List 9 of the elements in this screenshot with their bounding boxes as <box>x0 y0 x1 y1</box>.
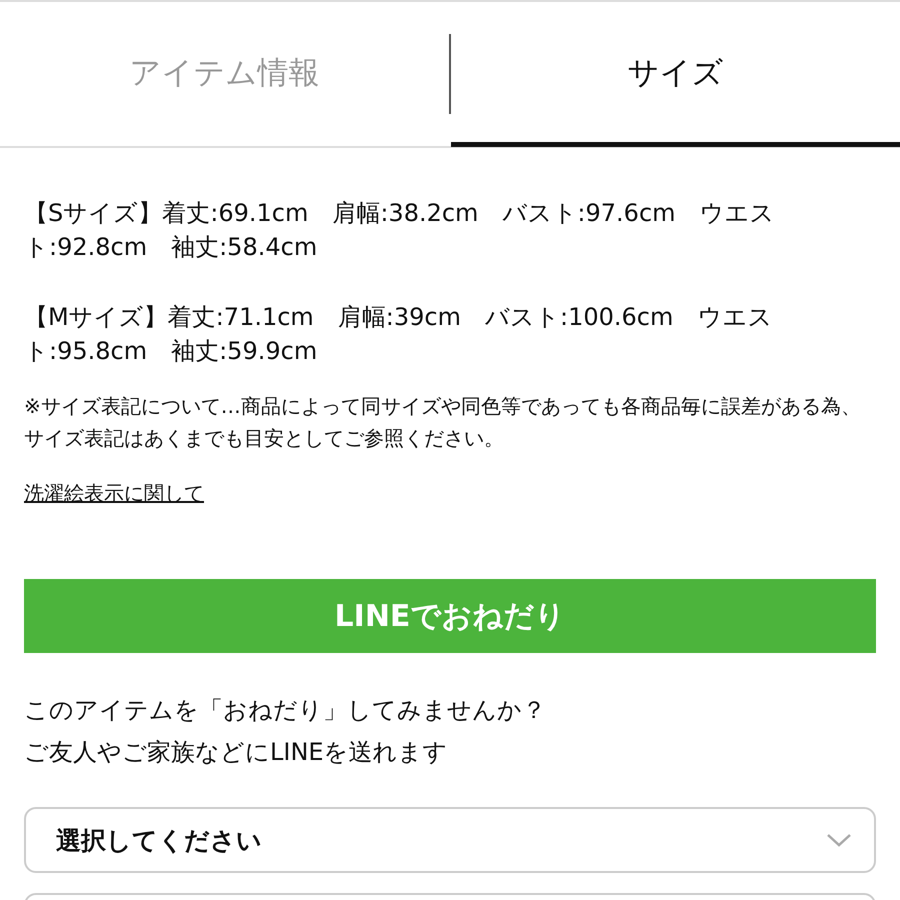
size-note: ※サイズ表記について…商品によって同サイズや同色等であっても各商品毎に誤差がある為、サイズ表記はあくまでも目安としてご参照ください。 <box>24 393 862 452</box>
care-label-link[interactable]: 洗濯絵表示に関して <box>24 480 204 507</box>
select-field[interactable]: 選択してください <box>24 807 876 873</box>
size-measurements: 【Mサイズ】着丈:71.1cm 肩幅:39cm バスト:100.6cm ウエスト:95.8cm 袖丈:59.9cm <box>24 302 774 367</box>
intro-text: ご友人やご家族などにLINEを送れます <box>24 737 449 768</box>
intro-text: このアイテムを「おねだり」してみませんか？ <box>24 695 547 726</box>
chevron-down-icon <box>826 833 852 847</box>
tab[interactable]: サイズ <box>451 3 900 147</box>
size-measurements: 【Sサイズ】着丈:69.1cm 肩幅:38.2cm バスト:97.6cm ウエスト:92.8cm 袖丈:58.4cm <box>24 198 776 263</box>
